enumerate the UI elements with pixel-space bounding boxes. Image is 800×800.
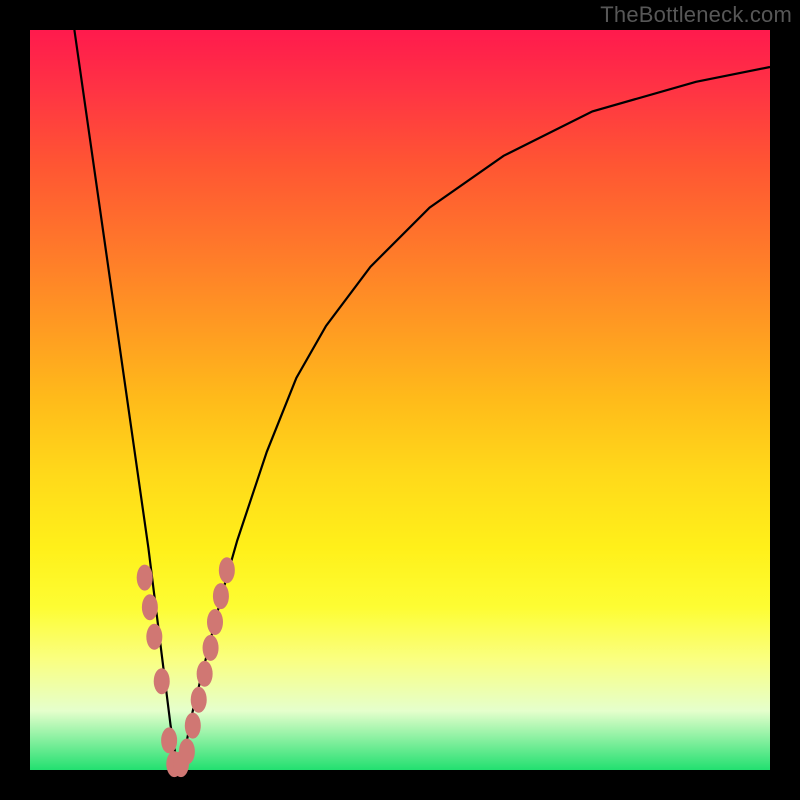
watermark-text: TheBottleneck.com xyxy=(600,2,792,28)
marker-dot xyxy=(213,583,229,609)
plot-area xyxy=(30,30,770,770)
marker-dot xyxy=(161,727,177,753)
marker-dot xyxy=(142,594,158,620)
chart-svg xyxy=(30,30,770,770)
bottleneck-curve xyxy=(74,30,770,770)
marker-dot xyxy=(219,557,235,583)
marker-dot xyxy=(197,661,213,687)
frame: TheBottleneck.com xyxy=(0,0,800,800)
marker-dot xyxy=(154,668,170,694)
marker-dot xyxy=(191,687,207,713)
data-markers xyxy=(137,557,235,777)
marker-dot xyxy=(146,624,162,650)
marker-dot xyxy=(179,739,195,765)
marker-dot xyxy=(203,635,219,661)
marker-dot xyxy=(207,609,223,635)
marker-dot xyxy=(185,713,201,739)
marker-dot xyxy=(137,565,153,591)
